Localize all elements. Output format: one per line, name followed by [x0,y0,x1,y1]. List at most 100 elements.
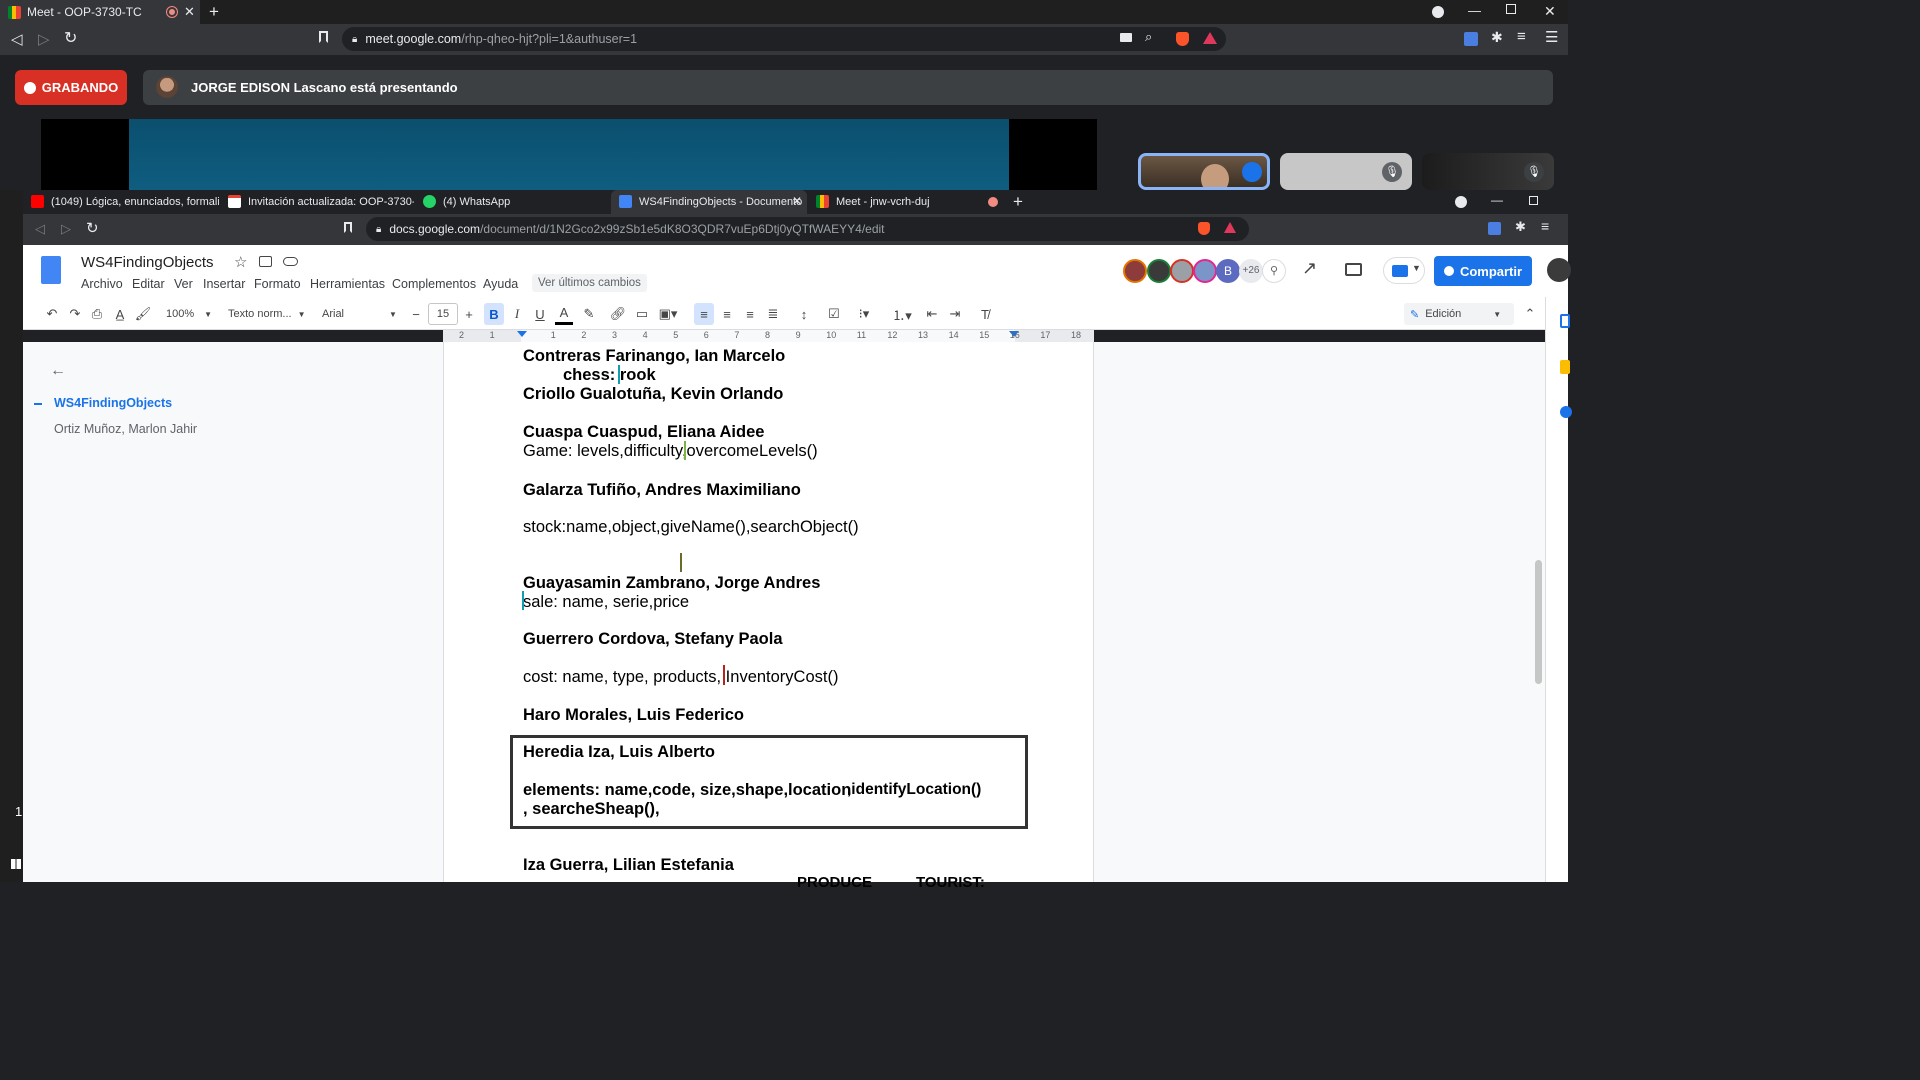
spellcheck-icon[interactable]: A̲ [112,303,128,325]
window-restore-icon[interactable] [1506,4,1516,14]
collaborator-avatar[interactable] [1193,259,1217,283]
tab-close-icon[interactable]: ✕ [792,194,802,208]
menu-archivo[interactable]: Archivo [81,277,123,291]
bookmark-icon[interactable] [319,31,328,43]
menu-ver[interactable]: Ver [174,277,193,291]
text-color-button[interactable]: A [555,303,573,325]
tasks-icon[interactable] [1560,406,1572,418]
decrease-indent-icon[interactable]: ⇤ [923,303,941,325]
font-size-decrease-button[interactable]: − [408,303,424,325]
activity-trend-icon[interactable]: ↗ [1302,258,1317,279]
forward-icon[interactable]: ▷ [61,221,71,237]
document-page[interactable]: Contreras Farinango, Ian Marcelo chess: … [443,342,1094,891]
increase-indent-icon[interactable]: ⇥ [946,303,964,325]
extensions-icon[interactable]: ✱ [1491,29,1503,46]
brave-shield-icon[interactable] [1176,32,1189,46]
undo-icon[interactable]: ↶ [44,303,60,325]
highlight-icon[interactable]: ✎ [580,303,598,325]
window-minimize-icon[interactable]: — [1491,193,1503,207]
bookmark-icon[interactable] [344,222,352,233]
align-left-icon[interactable]: ≡ [694,303,714,325]
paint-format-icon[interactable]: 🖌︎ [135,303,152,325]
left-indent-marker-icon[interactable] [517,331,527,337]
print-icon[interactable]: ⎙ [89,303,105,325]
windows-start-icon[interactable] [11,859,21,869]
collaborator-avatar[interactable] [1147,259,1171,283]
inner-tab-gmail[interactable]: Invitación actualizada: OOP-3730-TC ( [220,190,414,214]
calendar-icon[interactable] [1560,314,1570,328]
link-icon[interactable]: 🔗︎ [609,303,627,325]
bulleted-list-icon[interactable]: ⁝▾ [849,303,879,325]
new-tab-icon[interactable]: + [1013,192,1023,212]
share-button[interactable]: Compartir [1434,256,1532,286]
brave-shield-icon[interactable] [1198,222,1210,235]
move-folder-icon[interactable] [259,256,272,267]
bold-button[interactable]: B [484,303,504,325]
inner-tab-meet[interactable]: Meet - jnw-vcrh-duj [808,190,1004,214]
window-minimize-icon[interactable]: — [1468,3,1481,18]
document-scrollbar[interactable] [1532,342,1545,882]
numbered-list-icon[interactable]: ⒈▾ [887,303,917,325]
camera-icon[interactable] [1120,33,1132,42]
italic-button[interactable]: I [508,303,526,325]
align-justify-icon[interactable]: ≣ [764,303,782,325]
outer-tab-meet[interactable]: Meet - OOP-3730-TC ✕ [0,0,200,24]
inner-tab-youtube[interactable]: (1049) Lógica, enunciados, formalizar, [23,190,219,214]
participant-tile[interactable]: 🎙︎ [1422,153,1554,190]
window-restore-icon[interactable] [1529,196,1538,205]
editing-mode-select[interactable]: ✎ Edición ▼ [1404,303,1514,325]
inner-tab-docs[interactable]: WS4FindingObjects - Documento ✕ [611,190,807,214]
reload-icon[interactable]: ↻ [64,28,77,48]
font-size-increase-button[interactable]: + [461,303,477,325]
menu-herramientas[interactable]: Herramientas [310,277,385,291]
forward-icon[interactable]: ▷ [38,30,50,48]
inner-url-field[interactable]: 🔒︎ docs.google.com/document/d/1N2Gco2x99… [366,217,1249,241]
participant-tile[interactable] [1138,153,1270,190]
collaborator-avatar-b[interactable]: B [1216,259,1240,283]
account-avatar[interactable] [1547,258,1571,282]
browser-menu-icon[interactable]: ☰ [1545,28,1558,46]
checklist-icon[interactable]: ☑ [825,303,843,325]
back-icon[interactable]: ◁ [35,221,45,237]
menu-formato[interactable]: Formato [254,277,301,291]
collaborator-avatar[interactable] [1123,259,1147,283]
browser-profile-icon[interactable] [1432,6,1444,18]
last-changes-link[interactable]: Ver últimos cambios [532,274,647,292]
collaborator-avatar[interactable] [1170,259,1194,283]
align-center-icon[interactable]: ≡ [718,303,736,325]
translate-icon[interactable] [1488,222,1501,235]
media-queue-icon[interactable]: ≡ [1517,28,1526,45]
redo-icon[interactable]: ↷ [67,303,83,325]
more-collaborators-count[interactable]: +26 [1239,259,1263,283]
outer-url-field[interactable]: 🔒︎ meet.google.com/rhp-qheo-hjt?pli=1&au… [342,27,1226,51]
browser-profile-icon[interactable] [1455,196,1467,208]
media-queue-icon[interactable]: ≡ [1541,218,1549,234]
back-icon[interactable]: ◁ [11,30,23,48]
brave-rewards-icon[interactable] [1203,32,1217,44]
docs-logo-icon[interactable] [41,256,61,284]
font-size-input[interactable]: 15 [428,303,458,325]
new-tab-icon[interactable]: + [209,2,219,22]
underline-button[interactable]: U [531,303,549,325]
menu-ayuda[interactable]: Ayuda [483,277,518,291]
doc-title[interactable]: WS4FindingObjects [81,254,214,271]
window-close-icon[interactable]: ✕ [1544,3,1556,20]
align-right-icon[interactable]: ≡ [741,303,759,325]
comments-icon[interactable] [1345,263,1362,276]
outline-item[interactable]: Ortiz Muñoz, Marlon Jahir [54,422,197,436]
horizontal-ruler[interactable]: 2 1 1 2 3 4 5 6 7 8 9 10 11 12 13 14 15 16 17 18 [443,330,1094,342]
menu-insertar[interactable]: Insertar [203,277,245,291]
scrollbar-thumb[interactable] [1535,560,1542,684]
menu-complementos[interactable]: Complementos [392,277,476,291]
reload-icon[interactable]: ↻ [86,219,99,237]
collapse-menus-icon[interactable]: ⌃ [1522,303,1538,325]
outline-back-icon[interactable]: ← [50,362,66,380]
font-select[interactable]: Arial ▼ [322,303,402,325]
keep-icon[interactable] [1560,360,1570,374]
style-select[interactable]: Texto norm... ▼ [228,303,308,325]
menu-editar[interactable]: Editar [132,277,165,291]
line-spacing-icon[interactable]: ↕ [794,303,814,325]
tab-close-icon[interactable]: ✕ [184,4,195,20]
zoom-select[interactable]: 100% ▼ [162,303,216,325]
outline-title[interactable]: WS4FindingObjects [54,396,172,410]
